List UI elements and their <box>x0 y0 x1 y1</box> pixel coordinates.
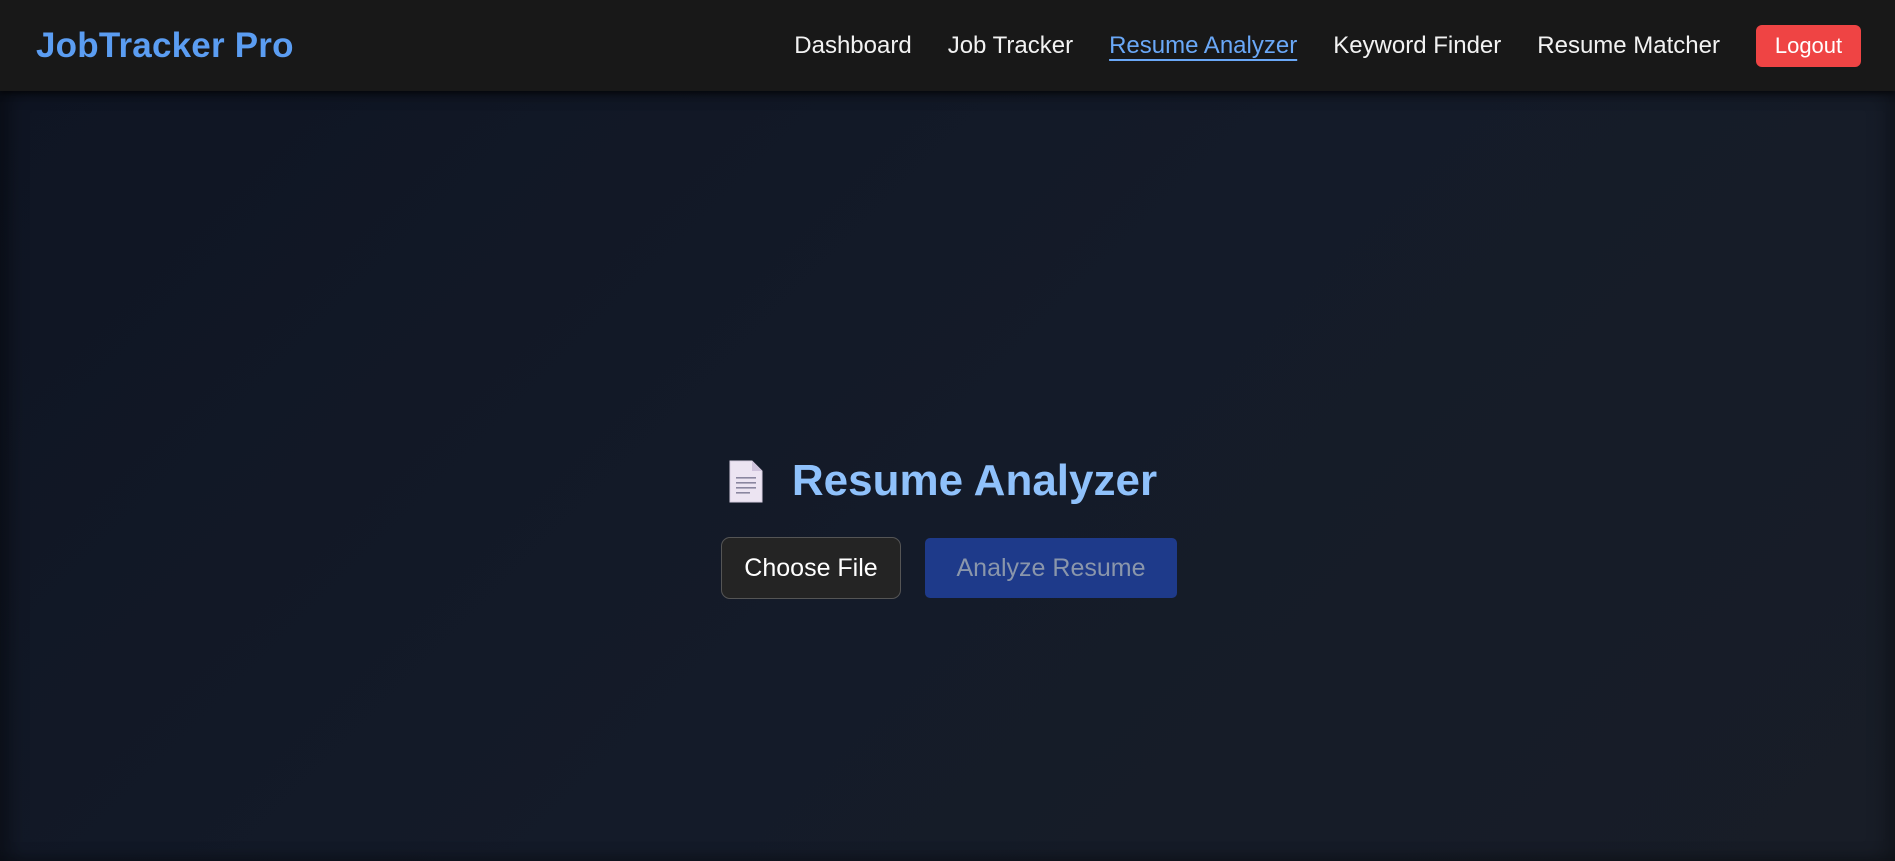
document-icon <box>729 460 763 502</box>
logout-button[interactable]: Logout <box>1756 24 1861 67</box>
nav-link-job-tracker[interactable]: Job Tracker <box>948 32 1073 60</box>
analyze-resume-button[interactable]: Analyze Resume <box>925 538 1177 598</box>
page-title: Resume Analyzer <box>791 456 1158 505</box>
nav-link-dashboard[interactable]: Dashboard <box>794 32 911 60</box>
brand-logo[interactable]: JobTracker Pro <box>36 0 294 91</box>
nav-link-keyword-finder[interactable]: Keyword Finder <box>1333 32 1501 60</box>
upload-controls: Choose File Analyze Resume <box>721 537 1177 599</box>
nav-link-resume-matcher[interactable]: Resume Matcher <box>1537 32 1720 60</box>
nav-link-resume-analyzer[interactable]: Resume Analyzer <box>1109 32 1297 60</box>
page-header: Resume Analyzer <box>0 454 1895 508</box>
choose-file-button[interactable]: Choose File <box>721 537 901 599</box>
main-content: Resume Analyzer Choose File Analyze Resu… <box>0 91 1895 861</box>
nav-links: Dashboard Job Tracker Resume Analyzer Ke… <box>794 0 1895 91</box>
top-navbar: JobTracker Pro Dashboard Job Tracker Res… <box>0 0 1895 91</box>
